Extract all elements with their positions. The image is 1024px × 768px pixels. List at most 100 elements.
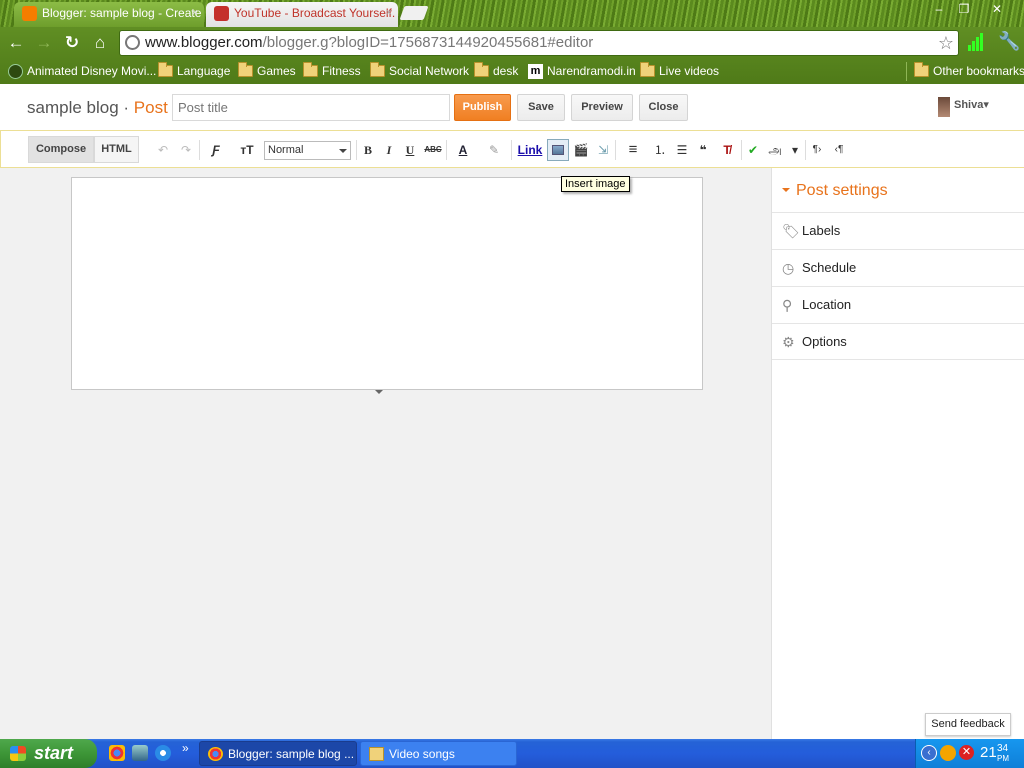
save-button[interactable]: Save: [517, 94, 565, 121]
blogger-header: sample blog · Post Publish Save Preview …: [0, 84, 1024, 130]
settings-item-location[interactable]: ⚲ Location: [772, 286, 1024, 323]
media-player-icon[interactable]: [155, 745, 171, 761]
folder-icon: [474, 62, 489, 77]
paragraph-format-select[interactable]: Normal: [264, 141, 351, 160]
text-color-icon[interactable]: A: [452, 141, 474, 159]
tab-title: Blogger: sample blog - Create: [42, 6, 202, 20]
toolbar-divider: [199, 140, 200, 160]
bookmark-label: Language: [177, 64, 231, 78]
compose-mode-button[interactable]: Compose: [28, 136, 94, 163]
resize-handle-icon[interactable]: [375, 390, 383, 398]
windows-logo-icon: [10, 746, 26, 761]
bullet-list-icon[interactable]: ☰: [674, 141, 690, 159]
title-separator: ·: [118, 98, 134, 117]
tab-close-icon[interactable]: ×: [386, 2, 392, 25]
start-button[interactable]: start: [0, 739, 97, 768]
blog-name: sample blog: [27, 98, 119, 117]
chevron-down-icon[interactable]: ▾: [789, 141, 801, 159]
taskbar-item-video-songs[interactable]: Video songs: [360, 741, 517, 766]
show-desktop-icon[interactable]: [132, 745, 148, 761]
home-icon[interactable]: ⌂: [89, 32, 111, 54]
bookmark-star-icon[interactable]: ☆: [938, 31, 954, 55]
clock-icon: ◷: [782, 260, 795, 276]
italic-button[interactable]: I: [382, 141, 396, 159]
input-tools-icon[interactable]: அ: [766, 141, 784, 159]
quick-launch-more-icon[interactable]: »: [182, 741, 189, 755]
window-close-icon[interactable]: ✕: [986, 2, 1008, 18]
chrome-launcher-icon[interactable]: [109, 745, 125, 761]
insert-video-icon[interactable]: 🎬: [572, 141, 590, 159]
toolbar-divider: [741, 140, 742, 160]
start-label: start: [34, 743, 74, 763]
undo-icon[interactable]: ↶: [155, 141, 171, 159]
settings-item-labels[interactable]: 🏷 Labels: [772, 212, 1024, 249]
jump-break-icon[interactable]: ⇲: [595, 141, 611, 159]
html-mode-button[interactable]: HTML: [94, 136, 139, 163]
bookmark-folder[interactable]: Social Network: [370, 62, 469, 81]
page-info-icon[interactable]: [125, 35, 140, 50]
close-button[interactable]: Close: [639, 94, 688, 121]
user-menu[interactable]: Shiva▾: [938, 97, 989, 117]
settings-item-options[interactable]: ⚙ Options: [772, 323, 1024, 360]
preview-button[interactable]: Preview: [571, 94, 633, 121]
tray-app-icon[interactable]: [940, 745, 956, 761]
bookmark-folder[interactable]: Games: [238, 62, 296, 81]
back-icon[interactable]: ←: [5, 32, 27, 54]
post-settings-title[interactable]: Post settings: [782, 182, 888, 200]
bookmark-label: Narendramodi.in: [547, 64, 636, 78]
bookmark-item[interactable]: m Narendramodi.in: [528, 63, 636, 81]
reload-icon[interactable]: ↻: [61, 32, 83, 54]
bookmark-item[interactable]: Animated Disney Movi...: [8, 63, 156, 81]
post-body-editor[interactable]: [71, 177, 703, 390]
rtl-icon[interactable]: ‹¶: [831, 141, 847, 159]
post-title-input[interactable]: [172, 94, 450, 121]
bold-button[interactable]: B: [361, 141, 375, 159]
align-icon[interactable]: ≡: [621, 141, 645, 159]
taskbar-item-blogger[interactable]: Blogger: sample blog ...: [199, 741, 357, 766]
forward-icon[interactable]: →: [33, 32, 55, 54]
tab-close-icon[interactable]: ×: [192, 2, 198, 25]
send-feedback-button[interactable]: Send feedback: [925, 713, 1011, 736]
insert-image-button[interactable]: [547, 139, 569, 161]
redo-icon[interactable]: ↷: [178, 141, 194, 159]
bookmark-folder[interactable]: Language: [158, 62, 231, 81]
numbered-list-icon[interactable]: ⒈: [652, 141, 668, 159]
clear-formatting-icon[interactable]: T̸: [718, 141, 736, 159]
strikethrough-button[interactable]: ABC: [424, 141, 442, 159]
tooltip: Insert image: [561, 176, 630, 192]
ltr-icon[interactable]: ¶›: [809, 141, 825, 159]
tray-expand-icon[interactable]: ‹: [921, 745, 937, 761]
link-button[interactable]: Link: [517, 141, 543, 159]
tab-youtube[interactable]: YouTube - Broadcast Yourself. ×: [206, 2, 398, 27]
underline-button[interactable]: U: [403, 141, 417, 159]
minimize-icon[interactable]: –: [928, 2, 950, 18]
folder-icon: [238, 62, 253, 77]
toolbar-divider: [446, 140, 447, 160]
address-bar[interactable]: www.blogger.com/blogger.g?blogID=1756873…: [119, 30, 959, 56]
security-icon[interactable]: ✕: [959, 745, 974, 760]
font-size-icon[interactable]: тT: [234, 141, 260, 159]
bookmark-folder[interactable]: Fitness: [303, 62, 361, 81]
task-label: Blogger: sample blog ...: [228, 747, 355, 761]
extension-signal-icon[interactable]: [968, 33, 984, 51]
wrench-icon[interactable]: 🔧: [998, 31, 1020, 53]
highlight-color-icon[interactable]: ✎: [482, 141, 506, 159]
bookmark-folder[interactable]: desk: [474, 62, 518, 81]
task-label: Video songs: [389, 747, 455, 761]
font-family-icon[interactable]: Ƒ: [204, 141, 228, 159]
chevron-down-icon: ▾: [983, 99, 989, 111]
bookmark-folder[interactable]: Live videos: [640, 62, 719, 81]
bookmark-label: Animated Disney Movi...: [27, 64, 157, 78]
maximize-icon[interactable]: ❐: [953, 2, 975, 18]
tab-blogger[interactable]: Blogger: sample blog - Create ×: [14, 2, 204, 27]
spellcheck-icon[interactable]: ✔: [745, 141, 761, 159]
toolbar-divider: [356, 140, 357, 160]
tab-title: YouTube - Broadcast Yourself.: [234, 6, 396, 20]
quote-icon[interactable]: ❝: [695, 141, 711, 159]
publish-button[interactable]: Publish: [454, 94, 511, 121]
taskbar-clock[interactable]: 21 34 PM: [980, 743, 1009, 763]
globe-icon: [8, 64, 23, 79]
settings-item-schedule[interactable]: ◷ Schedule: [772, 249, 1024, 286]
new-tab-button[interactable]: [399, 6, 429, 20]
other-bookmarks[interactable]: Other bookmarks: [914, 62, 1024, 81]
